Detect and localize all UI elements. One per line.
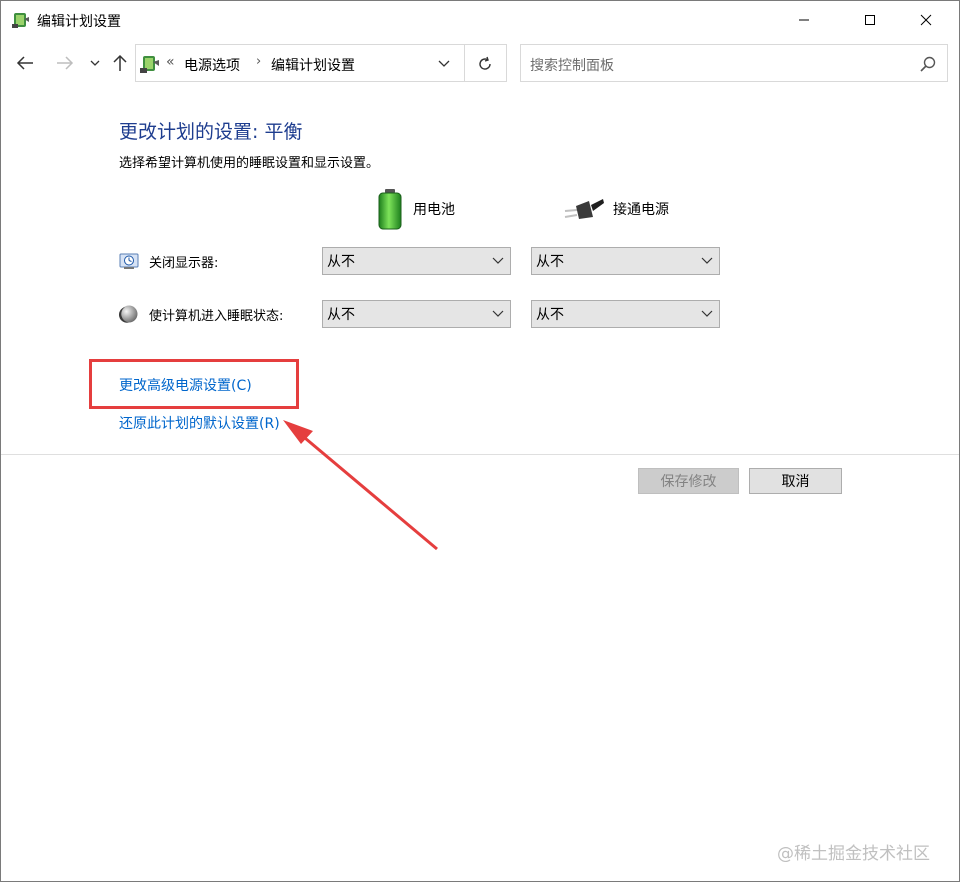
breadcrumb-overflow[interactable]: « [166, 54, 175, 70]
window-title: 编辑计划设置 [37, 14, 121, 30]
setting-put-computer-to-sleep: 使计算机进入睡眠状态: [119, 300, 283, 328]
power-plug-icon [564, 199, 604, 219]
maximize-button[interactable] [847, 1, 893, 39]
address-bar[interactable]: « 电源选项 › 编辑计划设置 [135, 44, 507, 82]
forward-button[interactable] [53, 51, 77, 75]
breadcrumb-edit-plan[interactable]: 编辑计划设置 [271, 55, 355, 75]
chevron-down-icon [701, 257, 713, 264]
display-off-battery-select[interactable]: 从不 [322, 247, 511, 275]
navigation-bar: « 电源选项 › 编辑计划设置 搜索控制面板 [1, 39, 959, 87]
chevron-down-icon [492, 257, 504, 264]
column-label-plugged-in: 接通电源 [613, 202, 669, 218]
chevron-down-icon [701, 310, 713, 317]
search-input[interactable]: 搜索控制面板 [520, 44, 948, 82]
select-value: 从不 [327, 307, 355, 323]
page-title: 更改计划的设置: 平衡 [119, 121, 303, 143]
page-description: 选择希望计算机使用的睡眠设置和显示设置。 [119, 156, 380, 171]
restore-default-settings-link[interactable]: 还原此计划的默认设置(R) [119, 413, 280, 433]
moon-icon [119, 305, 138, 323]
column-header-battery: 用电池 [375, 187, 455, 231]
setting-label: 使计算机进入睡眠状态: [149, 308, 284, 324]
refresh-button[interactable] [472, 52, 498, 76]
chevron-down-icon [438, 60, 450, 67]
edit-plan-settings-window: 编辑计划设置 « 电源选项 › 编辑计划设置 搜索控制面板 更改计划的设置: 平… [0, 0, 960, 882]
breadcrumb-power-options[interactable]: 电源选项 [184, 55, 240, 75]
sleep-battery-select[interactable]: 从不 [322, 300, 511, 328]
address-divider [464, 45, 465, 81]
minimize-button[interactable] [781, 1, 827, 39]
change-advanced-power-settings-link[interactable]: 更改高级电源设置(C) [119, 375, 252, 395]
select-value: 从不 [536, 307, 564, 323]
power-options-icon [140, 56, 159, 73]
minimize-icon [799, 19, 809, 21]
arrow-left-icon [16, 56, 33, 70]
recent-locations-button[interactable] [83, 51, 107, 75]
content-divider [1, 454, 959, 455]
select-value: 从不 [536, 254, 564, 270]
select-value: 从不 [327, 254, 355, 270]
column-label-battery: 用电池 [413, 202, 455, 218]
arrow-up-icon [113, 54, 127, 71]
cancel-button[interactable]: 取消 [749, 468, 842, 494]
display-off-plugged-select[interactable]: 从不 [531, 247, 720, 275]
arrow-right-icon [57, 56, 74, 70]
setting-label: 关闭显示器: [149, 255, 219, 271]
maximize-icon [865, 15, 875, 25]
breadcrumb-separator[interactable]: › [256, 54, 261, 69]
title-bar: 编辑计划设置 [1, 1, 959, 39]
search-icon[interactable] [919, 55, 937, 73]
refresh-icon [479, 56, 491, 70]
chevron-down-icon [492, 310, 504, 317]
battery-icon [378, 189, 402, 230]
monitor-clock-icon [119, 253, 139, 269]
up-button[interactable] [108, 51, 132, 75]
setting-turn-off-display: 关闭显示器: [119, 247, 218, 275]
save-changes-button[interactable]: 保存修改 [638, 468, 739, 494]
back-button[interactable] [13, 51, 37, 75]
close-icon [920, 14, 932, 26]
watermark: @稀土掘金技术社区 [777, 844, 930, 864]
sleep-plugged-select[interactable]: 从不 [531, 300, 720, 328]
close-button[interactable] [903, 1, 949, 39]
address-dropdown-button[interactable] [432, 53, 456, 75]
search-placeholder: 搜索控制面板 [530, 58, 614, 74]
column-header-plugged-in: 接通电源 [563, 187, 669, 231]
chevron-down-icon [90, 60, 100, 66]
power-options-icon [12, 13, 29, 28]
